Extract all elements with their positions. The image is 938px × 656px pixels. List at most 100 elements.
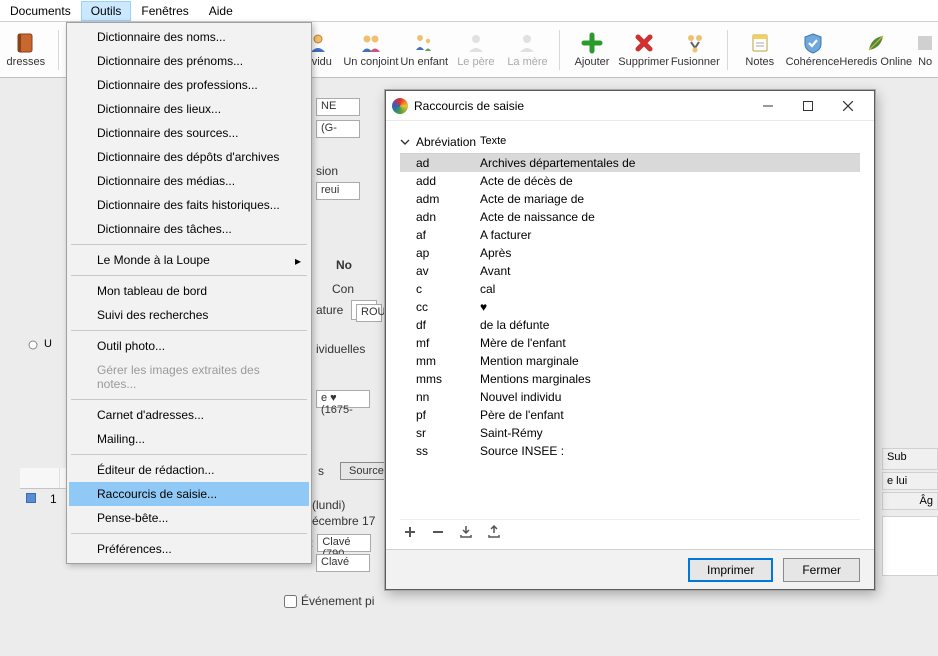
import-button[interactable] (458, 524, 474, 540)
grid-row[interactable]: adArchives départementales de (400, 154, 860, 172)
status-dot (28, 340, 38, 350)
evenement-checkbox-input[interactable] (284, 595, 297, 608)
delete-x-icon (633, 32, 655, 54)
tool-supprimer[interactable]: Supprimer (618, 22, 670, 78)
tool-label: dresses (7, 56, 46, 68)
menu-item[interactable]: Dictionnaire des noms... (69, 25, 309, 49)
g-field[interactable]: (G- (316, 120, 360, 138)
tool-conjoint[interactable]: Un conjoint (343, 22, 398, 78)
grid-row[interactable]: adnActe de naissance de (400, 208, 860, 226)
grid-row[interactable]: srSaint-Rémy (400, 424, 860, 442)
clave-field[interactable]: Clavé (316, 554, 370, 572)
col-abbrev-header[interactable]: Abréviation (400, 135, 480, 149)
menu-documents[interactable]: Documents (0, 1, 81, 21)
menu-item[interactable]: Éditeur de rédaction... (69, 458, 309, 482)
menu-item[interactable]: Outil photo... (69, 334, 309, 358)
menu-item[interactable]: Mailing... (69, 427, 309, 451)
cell-abbrev: adn (400, 210, 480, 224)
grid-row[interactable]: ssSource INSEE : (400, 442, 860, 460)
s-label: s (318, 464, 324, 478)
cell-text: Mention marginale (480, 354, 860, 368)
evenement-checkbox[interactable]: Événement pi (284, 594, 374, 608)
menu-item[interactable]: Carnet d'adresses... (69, 403, 309, 427)
grid-row[interactable]: mfMère de l'enfant (400, 334, 860, 352)
menu-item[interactable]: Dictionnaire des prénoms... (69, 49, 309, 73)
grid-row[interactable]: cc♥ (400, 298, 860, 316)
menu-item[interactable]: Dictionnaire des faits historiques... (69, 193, 309, 217)
marriage-stub-field[interactable]: e ♥ (1675- (316, 390, 370, 408)
menu-item[interactable]: Dictionnaire des tâches... (69, 217, 309, 241)
tool-fusionner[interactable]: Fusionner (669, 22, 721, 78)
menu-item[interactable]: Le Monde à la Loupe▸ (69, 248, 309, 272)
app-icon (392, 98, 408, 114)
close-dialog-button[interactable]: Fermer (783, 558, 860, 582)
tool-trailing[interactable]: No (912, 22, 938, 78)
maximize-button[interactable] (788, 92, 828, 120)
remove-button[interactable] (430, 524, 446, 540)
add-button[interactable] (402, 524, 418, 540)
print-button[interactable]: Imprimer (688, 558, 773, 582)
plus-icon (581, 32, 603, 54)
export-button[interactable] (486, 524, 502, 540)
cell-abbrev: cc (400, 300, 480, 314)
menu-item[interactable]: Pense-bête... (69, 506, 309, 530)
grid-row[interactable]: addActe de décès de (400, 172, 860, 190)
tool-notes[interactable]: Notes (734, 22, 786, 78)
cell-text: Mentions marginales (480, 372, 860, 386)
menu-outils[interactable]: Outils (81, 1, 132, 21)
menu-item[interactable]: Raccourcis de saisie... (69, 482, 309, 506)
minimize-button[interactable] (748, 92, 788, 120)
tool-adresses[interactable]: dresses (0, 22, 52, 78)
menu-aide[interactable]: Aide (199, 1, 243, 21)
col-text-header[interactable]: Texte (480, 135, 860, 149)
generic-icon (914, 32, 936, 54)
rou-field[interactable]: ROU (356, 304, 382, 322)
tool-label: Un conjoint (343, 56, 398, 68)
submenu-arrow-icon: ▸ (295, 254, 301, 268)
reu-field[interactable]: reui (316, 182, 360, 200)
menu-separator (71, 330, 307, 331)
grid-row[interactable]: mmMention marginale (400, 352, 860, 370)
menu-item[interactable]: Dictionnaire des médias... (69, 169, 309, 193)
cell-abbrev: nn (400, 390, 480, 404)
tool-pere: Le père (450, 22, 502, 78)
menu-fenetres[interactable]: Fenêtres (131, 1, 198, 21)
ne-field[interactable]: NE (316, 98, 360, 116)
tool-enfant[interactable]: Un enfant (398, 22, 450, 78)
menu-item[interactable]: Suivi des recherches (69, 303, 309, 327)
grid-row[interactable]: mmsMentions marginales (400, 370, 860, 388)
menu-item[interactable]: Dictionnaire des sources... (69, 121, 309, 145)
col-abbrev-label: Abréviation (416, 135, 476, 149)
menu-item[interactable]: Mon tableau de bord (69, 279, 309, 303)
cell-text: Source INSEE : (480, 444, 860, 458)
menu-item[interactable]: Dictionnaire des professions... (69, 73, 309, 97)
dialog-footer: Imprimer Fermer (386, 549, 874, 589)
notes-icon (749, 32, 771, 54)
menu-item[interactable]: Dictionnaire des lieux... (69, 97, 309, 121)
grid-row[interactable]: admActe de mariage de (400, 190, 860, 208)
leaf-icon (865, 32, 887, 54)
row-marker-icon (26, 493, 36, 503)
menu-separator (71, 399, 307, 400)
menu-item[interactable]: Dictionnaire des dépôts d'archives (69, 145, 309, 169)
close-button[interactable] (828, 92, 868, 120)
grid-row[interactable]: avAvant (400, 262, 860, 280)
tool-label: Heredis Online (839, 56, 912, 68)
grid-row[interactable]: dfde la défunte (400, 316, 860, 334)
tool-label: Cohérence (786, 56, 840, 68)
cell-text: Acte de naissance de (480, 210, 860, 224)
lieu-field[interactable]: Clavé (790 (317, 534, 371, 552)
grid-row[interactable]: nnNouvel individu (400, 388, 860, 406)
cell-abbrev: sr (400, 426, 480, 440)
grid-row[interactable]: apAprès (400, 244, 860, 262)
menu-item[interactable]: Préférences... (69, 537, 309, 561)
col-blank (20, 468, 60, 488)
tool-ajouter[interactable]: Ajouter (566, 22, 618, 78)
shortcuts-grid: Abréviation Texte adArchives département… (400, 131, 860, 519)
grid-row[interactable]: ccal (400, 280, 860, 298)
tool-heredis-online[interactable]: Heredis Online (839, 22, 912, 78)
grid-row[interactable]: afA facturer (400, 226, 860, 244)
tool-coherence[interactable]: Cohérence (786, 22, 840, 78)
merge-icon (684, 32, 706, 54)
grid-row[interactable]: pfPère de l'enfant (400, 406, 860, 424)
